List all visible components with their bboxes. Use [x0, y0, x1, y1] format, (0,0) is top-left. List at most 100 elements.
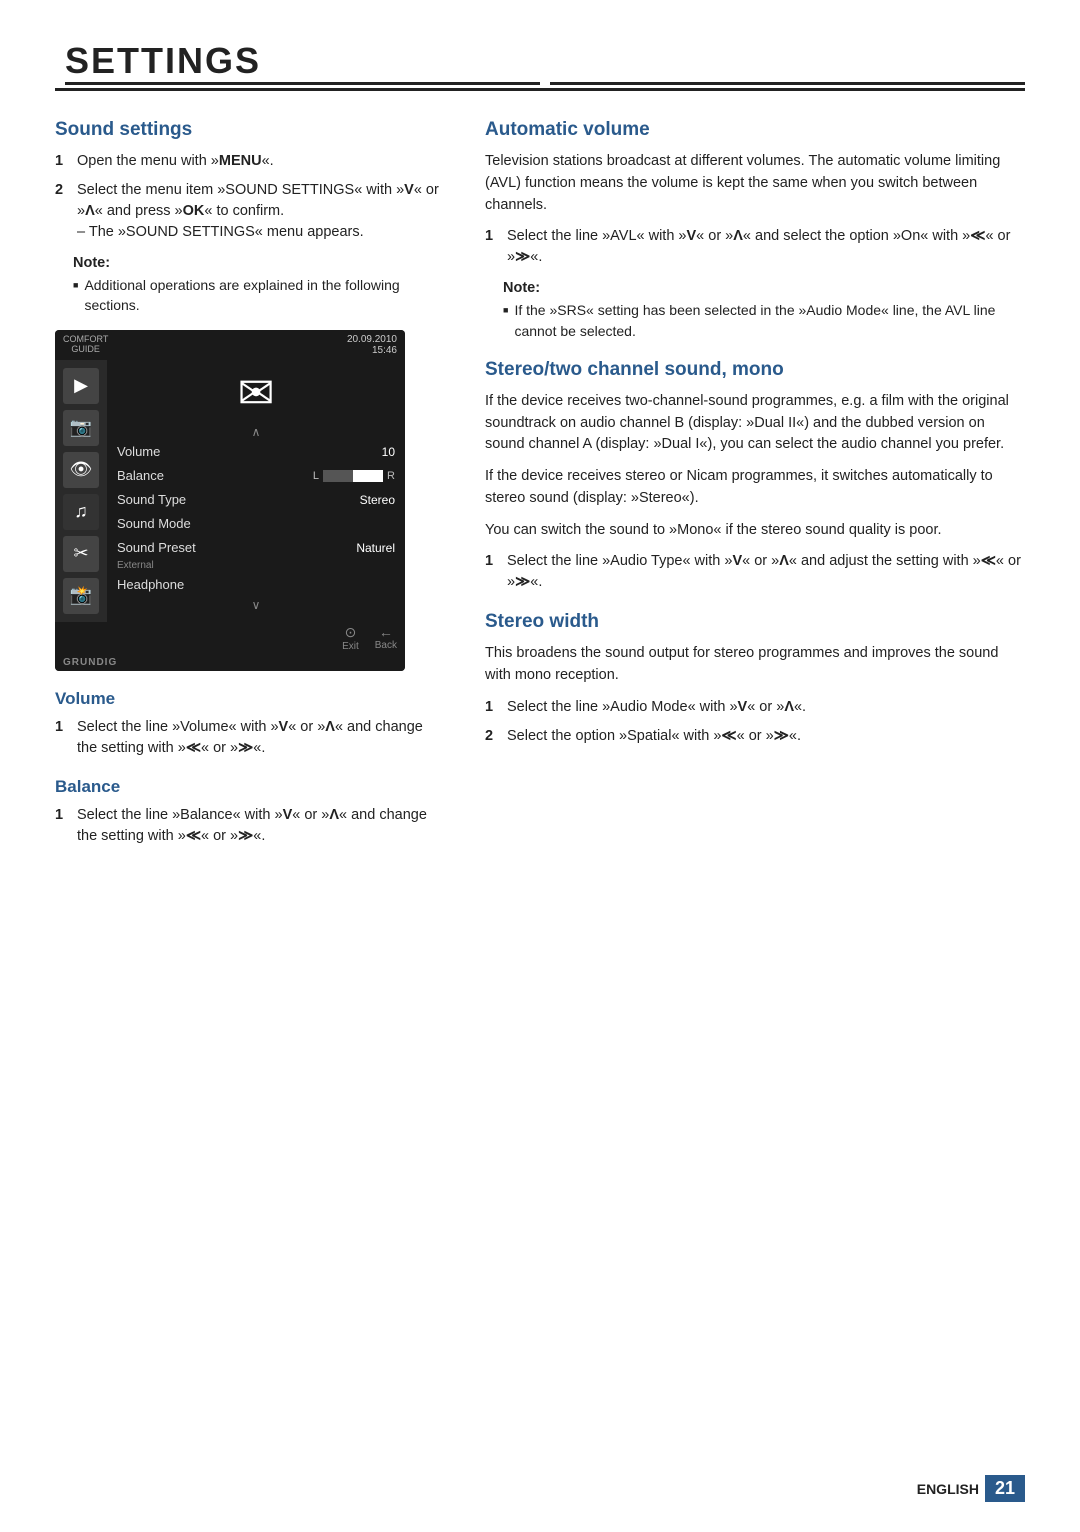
tv-headphone-label: Headphone — [117, 577, 395, 592]
title-text: SETTINGS — [65, 40, 540, 85]
tv-balance-fill — [353, 470, 383, 482]
tv-icon-6: 📸 — [63, 578, 99, 614]
tv-back-btn: ← Back — [375, 624, 397, 652]
tv-exit-icon: ⊙ — [342, 624, 359, 641]
auto-volume-para1: Television stations broadcast at differe… — [485, 151, 1025, 216]
tv-balance-track — [323, 470, 383, 482]
volume-step-num: 1 — [55, 717, 69, 759]
auto-volume-section: Automatic volume Television stations bro… — [485, 119, 1025, 341]
tv-row-volume: Volume 10 — [107, 440, 405, 464]
stereo-width-step-1: 1 Select the line »Audio Mode« with »V« … — [485, 697, 1025, 718]
tv-main-area: ▶ 📷 👁 ♫ ✂ 📸 ✉ ∧ Volume — [55, 360, 405, 622]
right-column: Automatic volume Television stations bro… — [485, 119, 1025, 865]
tv-exit-label: Exit — [342, 641, 359, 652]
tv-row-sound-mode: Sound Mode — [107, 512, 405, 536]
step-1-num: 1 — [55, 151, 69, 172]
volume-heading: Volume — [55, 689, 445, 709]
grundig-brand: GRUNDIG — [55, 654, 405, 671]
avl-note-block: Note: If the »SRS« setting has been sele… — [503, 280, 1025, 341]
two-col-layout: Sound settings 1 Open the menu with »MEN… — [55, 119, 1025, 865]
page-title: SETTINGS — [55, 40, 1025, 91]
tv-balance-bar: L R — [313, 470, 395, 482]
tv-arrow-down: ∨ — [107, 598, 405, 612]
stereo-mono-para3: You can switch the sound to »Mono« if th… — [485, 520, 1025, 542]
avl-step-1: 1 Select the line »AVL« with »V« or »Λ« … — [485, 226, 1025, 268]
stereo-mono-steps: 1 Select the line »Audio Type« with »V« … — [485, 551, 1025, 593]
stereo-width-step-1-num: 1 — [485, 697, 499, 718]
balance-step-text: Select the line »Balance« with »V« or »Λ… — [77, 805, 445, 847]
page: SETTINGS Sound settings 1 Open the menu … — [0, 0, 1080, 1532]
tv-balance-r: R — [387, 470, 395, 482]
tv-headphone-icon: ✉ — [107, 364, 405, 424]
tv-content: ✉ ∧ Volume 10 Balance L — [107, 360, 405, 622]
tv-menu-screenshot: COMFORTGUIDE 20.09.201015:46 ▶ 📷 👁 ♫ ✂ 📸 — [55, 330, 405, 671]
tv-icon-5: ✂ — [63, 536, 99, 572]
footer: ENGLISH 21 — [917, 1475, 1025, 1502]
volume-step-1: 1 Select the line »Volume« with »V« or »… — [55, 717, 445, 759]
tv-date: 20.09.201015:46 — [347, 334, 397, 356]
left-column: Sound settings 1 Open the menu with »MEN… — [55, 119, 445, 865]
sound-settings-heading: Sound settings — [55, 119, 445, 141]
tv-row-sound-type: Sound Type Stereo — [107, 488, 405, 512]
step-2-num: 2 — [55, 180, 69, 243]
tv-icon-2: 📷 — [63, 410, 99, 446]
footer-language: ENGLISH — [917, 1481, 979, 1497]
step-2-text: Select the menu item »SOUND SETTINGS« wi… — [77, 180, 445, 243]
volume-section: Volume 1 Select the line »Volume« with »… — [55, 689, 445, 759]
tv-volume-label: Volume — [117, 444, 382, 459]
tv-sound-mode-label: Sound Mode — [117, 516, 395, 531]
tv-back-icon: ← — [375, 624, 397, 640]
tv-icon-4: ♫ — [63, 494, 99, 530]
tv-exit-btn: ⊙ Exit — [342, 624, 359, 652]
tv-row-sound-preset: Sound Preset Naturel — [107, 536, 405, 560]
volume-steps: 1 Select the line »Volume« with »V« or »… — [55, 717, 445, 759]
avl-note-text: If the »SRS« setting has been selected i… — [514, 300, 1025, 341]
tv-balance-l: L — [313, 470, 319, 482]
stereo-mono-step-num: 1 — [485, 551, 499, 593]
balance-step-num: 1 — [55, 805, 69, 847]
tv-sound-type-value: Stereo — [360, 493, 395, 507]
avl-note-item: If the »SRS« setting has been selected i… — [503, 300, 1025, 341]
avl-note-label: Note: — [503, 280, 1025, 296]
auto-volume-heading: Automatic volume — [485, 119, 1025, 141]
note-label: Note: — [73, 255, 445, 271]
footer-page-number: 21 — [985, 1475, 1025, 1502]
stereo-width-step-1-text: Select the line »Audio Mode« with »V« or… — [507, 697, 806, 718]
stereo-width-heading: Stereo width — [485, 611, 1025, 633]
title-line — [550, 82, 1025, 85]
tv-row-headphone: Headphone — [107, 573, 405, 597]
tv-sound-preset-label: Sound Preset — [117, 540, 356, 555]
tv-sidebar: ▶ 📷 👁 ♫ ✂ 📸 — [55, 360, 107, 622]
stereo-width-step-2-num: 2 — [485, 726, 499, 747]
balance-section: Balance 1 Select the line »Balance« with… — [55, 777, 445, 847]
stereo-width-steps: 1 Select the line »Audio Mode« with »V« … — [485, 697, 1025, 747]
avl-step-text: Select the line »AVL« with »V« or »Λ« an… — [507, 226, 1025, 268]
balance-heading: Balance — [55, 777, 445, 797]
avl-step-num: 1 — [485, 226, 499, 268]
stereo-mono-step-text: Select the line »Audio Type« with »V« or… — [507, 551, 1025, 593]
step-2: 2 Select the menu item »SOUND SETTINGS« … — [55, 180, 445, 243]
tv-comfort-guide: COMFORTGUIDE — [63, 335, 108, 355]
stereo-mono-para2: If the device receives stereo or Nicam p… — [485, 466, 1025, 510]
tv-row-balance: Balance L R — [107, 464, 405, 488]
balance-steps: 1 Select the line »Balance« with »V« or … — [55, 805, 445, 847]
tv-volume-value: 10 — [382, 445, 395, 459]
tv-balance-label: Balance — [117, 468, 313, 483]
stereo-width-step-2-text: Select the option »Spatial« with »≪« or … — [507, 726, 801, 747]
tv-external-sub: External — [107, 560, 405, 573]
stereo-width-step-2: 2 Select the option »Spatial« with »≪« o… — [485, 726, 1025, 747]
tv-arrow-up: ∧ — [107, 425, 405, 439]
stereo-mono-step-1: 1 Select the line »Audio Type« with »V« … — [485, 551, 1025, 593]
note-text: Additional operations are explained in t… — [84, 275, 445, 316]
stereo-width-section: Stereo width This broadens the sound out… — [485, 611, 1025, 747]
tv-sound-type-label: Sound Type — [117, 492, 360, 507]
tv-icon-3: 👁 — [63, 452, 99, 488]
auto-volume-steps: 1 Select the line »AVL« with »V« or »Λ« … — [485, 226, 1025, 268]
sound-settings-steps: 1 Open the menu with »MENU«. 2 Select th… — [55, 151, 445, 243]
note-item: Additional operations are explained in t… — [73, 275, 445, 316]
stereo-mono-para1: If the device receives two-channel-sound… — [485, 391, 1025, 456]
stereo-mono-section: Stereo/two channel sound, mono If the de… — [485, 359, 1025, 594]
stereo-mono-heading: Stereo/two channel sound, mono — [485, 359, 1025, 381]
tv-back-label: Back — [375, 640, 397, 651]
balance-step-1: 1 Select the line »Balance« with »V« or … — [55, 805, 445, 847]
